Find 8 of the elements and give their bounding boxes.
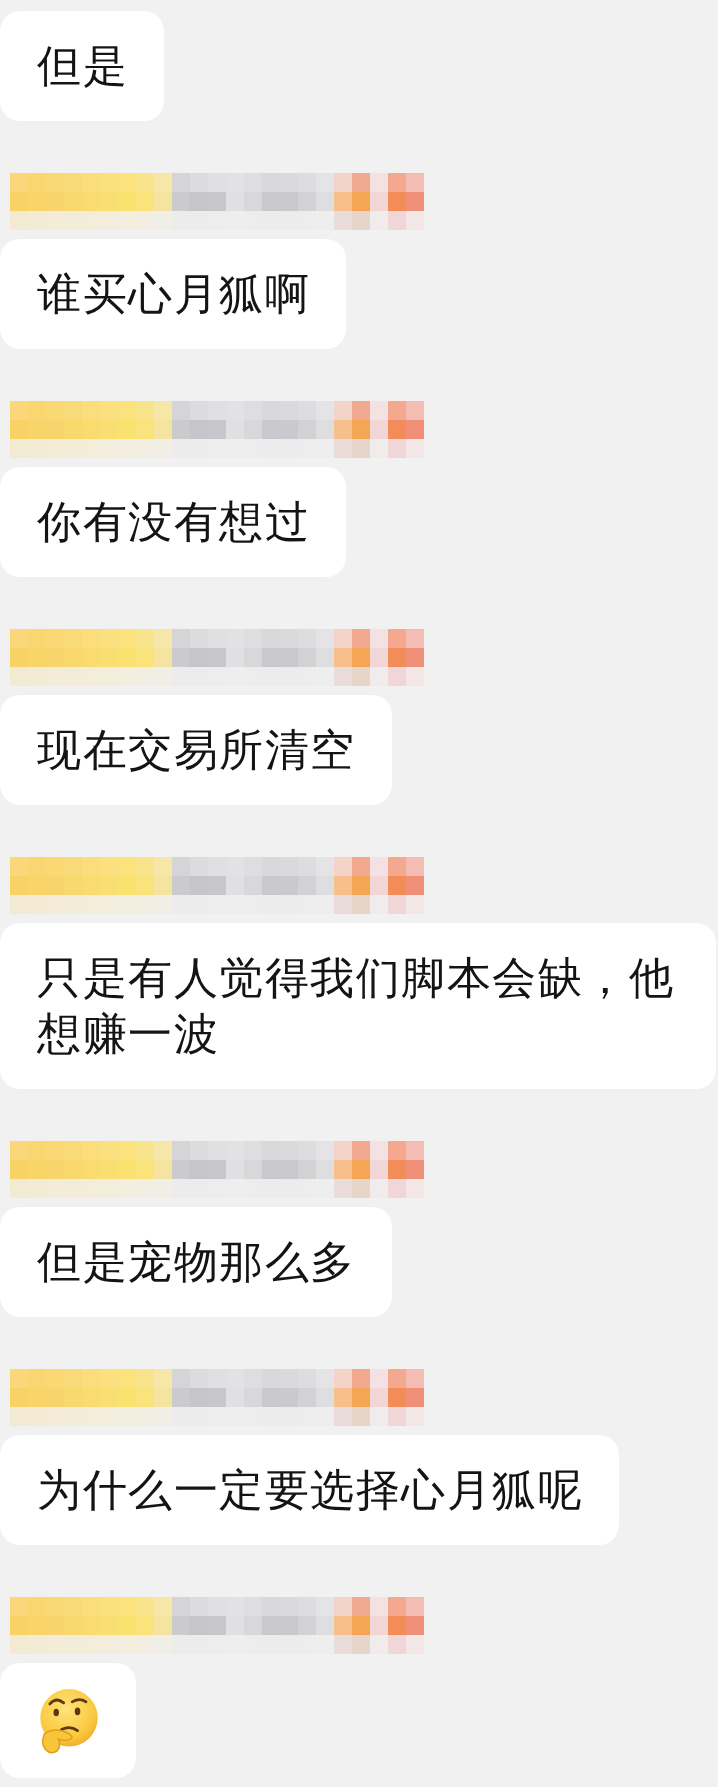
message-bubble: 但是 [0, 11, 164, 121]
message-bubble: 但是宠物那么多 [0, 1207, 392, 1317]
message-bubble: 谁买心月狐啊 [0, 239, 346, 349]
thinking-face-icon [38, 1688, 100, 1754]
message-bubble: 为什么一定要选择心月狐呢 [0, 1435, 619, 1545]
message-bubble: 现在交易所清空 [0, 695, 392, 805]
message-bubble: 只是有人觉得我们脚本会缺，他想赚一波 [0, 923, 716, 1089]
message-bubble: 你有没有想过 [0, 467, 346, 577]
